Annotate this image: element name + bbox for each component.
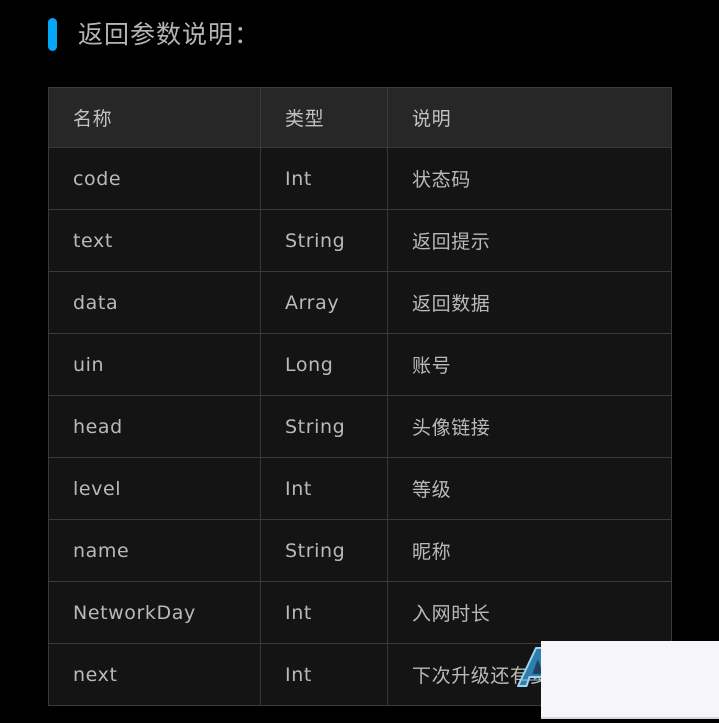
page-title: 返回参数说明： <box>78 19 261 49</box>
cell-param-desc: 账号 <box>387 333 672 396</box>
cell-param-type: Int <box>260 457 388 520</box>
cell-param-name: data <box>48 271 261 334</box>
column-header-desc: 说明 <box>387 87 672 148</box>
cell-param-type: String <box>260 395 388 458</box>
overlay-panel[interactable] <box>541 641 719 717</box>
table-row: head String 头像链接 <box>48 395 672 458</box>
table-header: 名称 类型 说明 <box>48 87 672 148</box>
section-title: 返回参数说明： <box>48 14 260 54</box>
cell-param-desc: 返回数据 <box>387 271 672 334</box>
cell-param-desc: 昵称 <box>387 519 672 582</box>
table-row: NetworkDay Int 入网时长 <box>48 581 672 644</box>
cell-param-desc: 返回提示 <box>387 209 672 272</box>
table-row: name String 昵称 <box>48 519 672 582</box>
cell-param-desc: 等级 <box>387 457 672 520</box>
cell-param-desc: 头像链接 <box>387 395 672 458</box>
cell-param-desc: 入网时长 <box>387 581 672 644</box>
cell-param-type: Int <box>260 147 388 210</box>
cell-param-name: text <box>48 209 261 272</box>
table-row: level Int 等级 <box>48 457 672 520</box>
cell-param-name: NetworkDay <box>48 581 261 644</box>
cell-param-name: name <box>48 519 261 582</box>
table-row: text String 返回提示 <box>48 209 672 272</box>
cell-param-name: level <box>48 457 261 520</box>
table-row: uin Long 账号 <box>48 333 672 396</box>
cell-param-type: Array <box>260 271 388 334</box>
cell-param-type: Int <box>260 581 388 644</box>
cell-param-name: next <box>48 643 261 706</box>
cell-param-type: String <box>260 209 388 272</box>
accent-bar-icon <box>48 17 57 51</box>
table-body: code Int 状态码 text String 返回提示 data Array… <box>48 147 672 706</box>
column-header-type: 类型 <box>260 87 388 148</box>
table-row: code Int 状态码 <box>48 147 672 210</box>
column-header-name: 名称 <box>48 87 261 148</box>
table-row: data Array 返回数据 <box>48 271 672 334</box>
cell-param-type: Long <box>260 333 388 396</box>
table-header-row: 名称 类型 说明 <box>48 87 672 148</box>
cell-param-name: head <box>48 395 261 458</box>
cell-param-name: uin <box>48 333 261 396</box>
overlay-panel-divider <box>541 717 719 719</box>
cell-param-type: Int <box>260 643 388 706</box>
return-parameters-table: 名称 类型 说明 code Int 状态码 text String 返回提示 d… <box>48 87 672 706</box>
cell-param-name: code <box>48 147 261 210</box>
cell-param-desc: 状态码 <box>387 147 672 210</box>
cell-param-type: String <box>260 519 388 582</box>
